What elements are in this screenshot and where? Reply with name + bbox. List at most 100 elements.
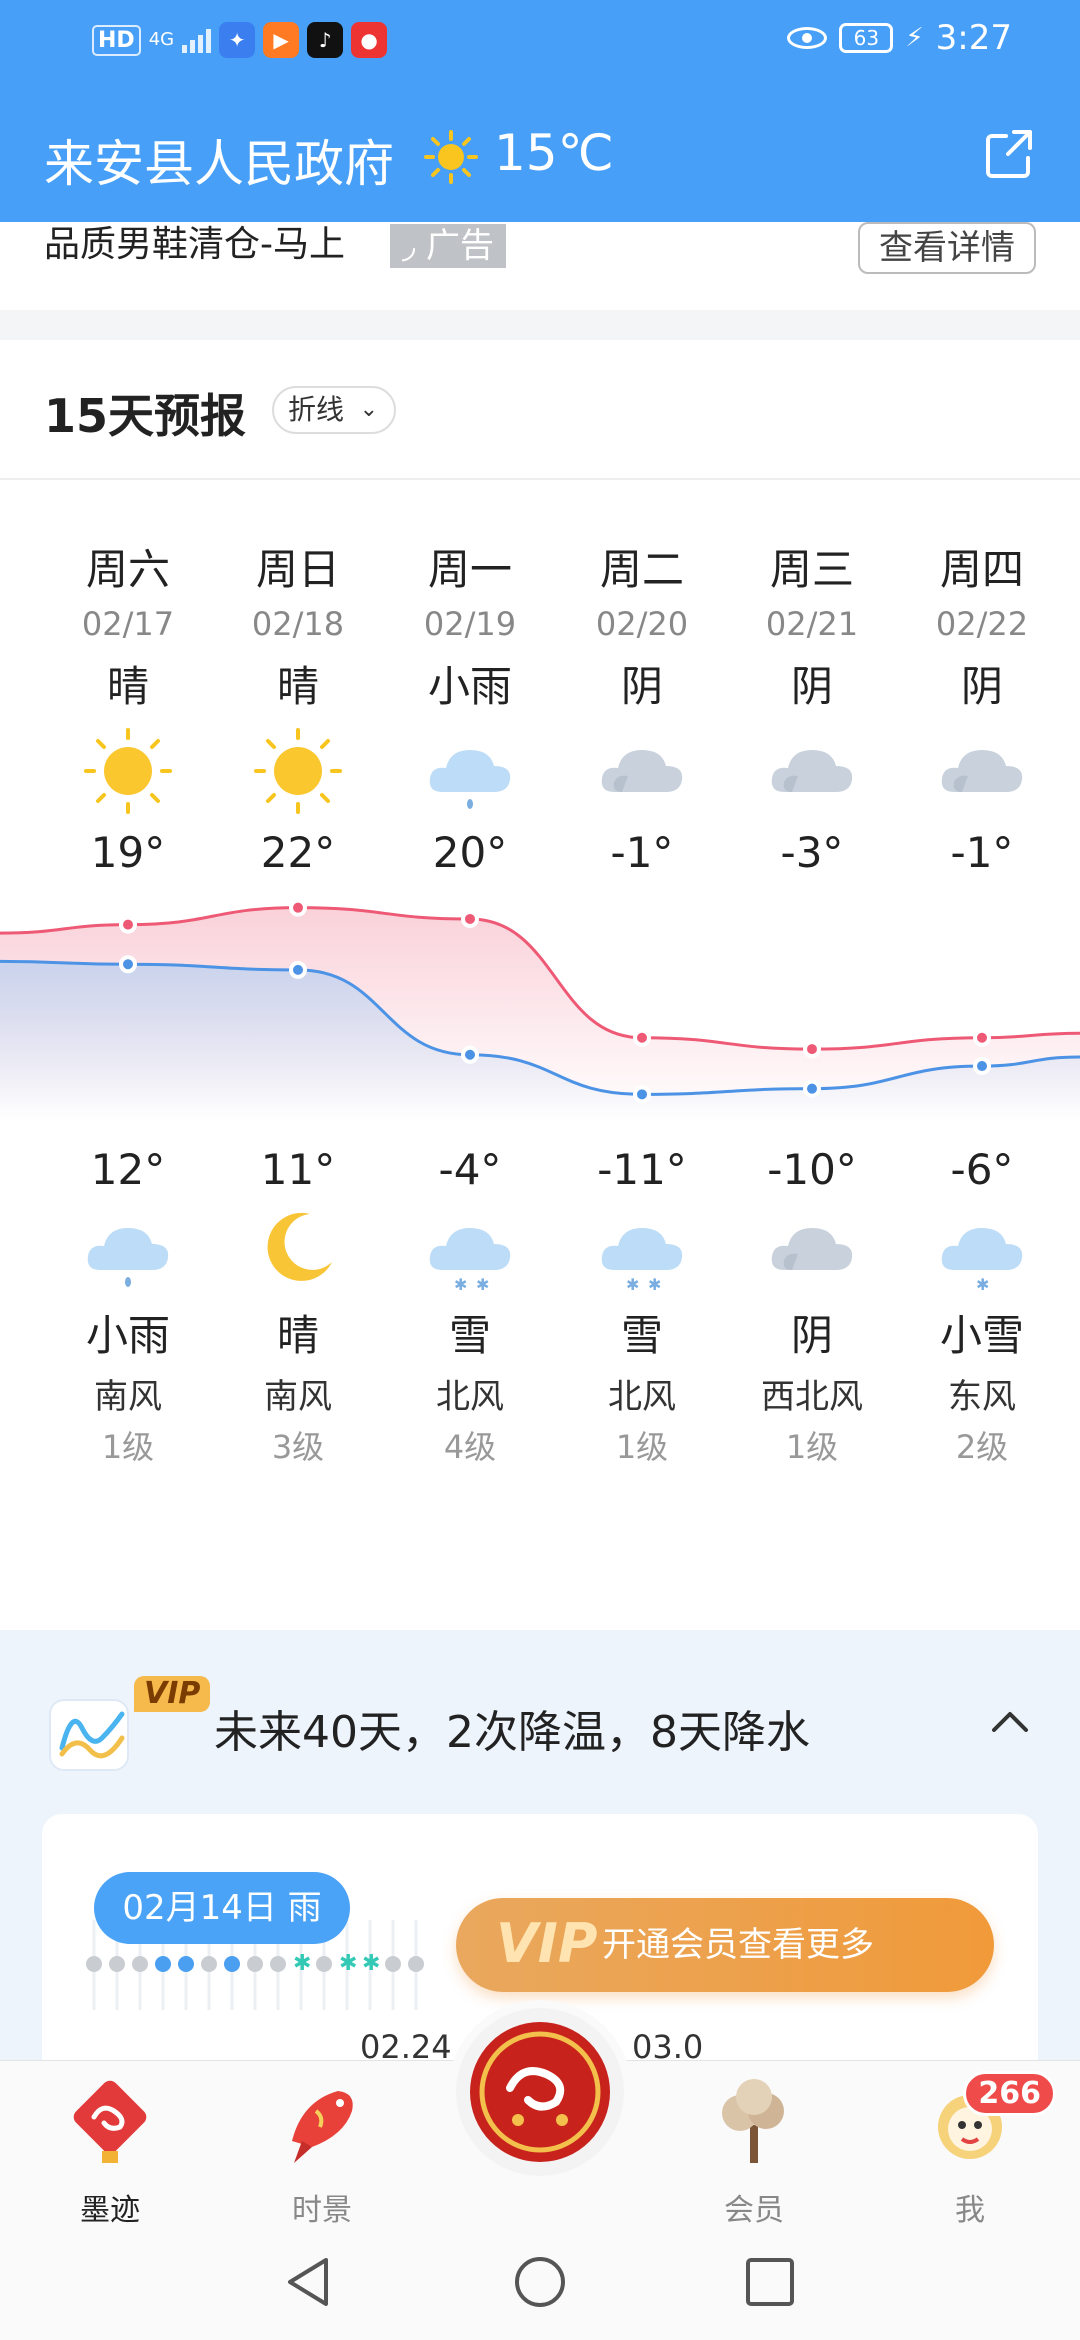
day-dot: ✱: [293, 1951, 311, 1976]
day-date: 02/21: [765, 605, 859, 643]
low-temp: -11°: [597, 1145, 687, 1194]
high-temp: 19°: [90, 828, 166, 877]
sun-icon: [78, 726, 178, 816]
vip-upgrade-label: 开通会员查看更多: [602, 1925, 874, 1965]
svg-text:✱: ✱: [626, 1275, 639, 1294]
vip-upgrade-button[interactable]: VIP 开通会员查看更多: [456, 1898, 994, 1992]
location-title[interactable]: 来安县人民政府: [44, 124, 394, 196]
wind-level: 1级: [785, 1428, 839, 1466]
video-app-icon: ▶: [263, 22, 300, 58]
forecast-title: 15天预报: [44, 389, 247, 443]
tiktok-icon: ♪: [307, 22, 344, 58]
day-dot: [86, 1956, 102, 1972]
data-point: [289, 960, 307, 979]
snow-icon: ✱ ✱: [420, 1204, 520, 1294]
data-point: [461, 1045, 479, 1064]
day-of-week: 周二: [599, 545, 684, 594]
chevron-down-icon: ⌄: [359, 397, 378, 422]
data-point: [119, 955, 137, 974]
forty-day-summary: 未来40天，2次降温，8天降水: [214, 1707, 810, 1758]
day-condition: 晴: [106, 662, 149, 711]
day-dot: [109, 1956, 125, 1972]
day-dot: [155, 1956, 171, 1972]
data-point: [633, 1028, 651, 1047]
app-notification-icon: ✦: [219, 22, 256, 58]
vip-logo: VIP: [496, 1912, 598, 1975]
night-condition: 小雨: [85, 1311, 170, 1360]
data-point: [803, 1040, 821, 1059]
ad-tag: ◞ 广告: [390, 224, 506, 268]
high-temp: -3°: [780, 828, 844, 877]
notification-badge: 266: [963, 2071, 1056, 2116]
sun-icon: [424, 130, 478, 184]
wind-level: 1级: [615, 1428, 669, 1466]
cloud-icon: [592, 726, 692, 816]
nav-label: 墨迹: [80, 2193, 140, 2228]
nav-moji[interactable]: 墨迹: [40, 2071, 180, 2229]
day-date: 02/20: [595, 605, 689, 643]
charging-icon: ⚡: [905, 23, 924, 53]
svg-text:✱: ✱: [476, 1275, 489, 1294]
night-condition: 小雪: [939, 1311, 1024, 1360]
status-time: 3:27: [935, 18, 1012, 58]
recents-icon[interactable]: [744, 2256, 796, 2308]
day-condition: 小雨: [427, 662, 512, 711]
day-dot: [201, 1956, 217, 1972]
home-icon[interactable]: [512, 2254, 568, 2310]
divider: [0, 478, 1080, 480]
nav-shijing[interactable]: 时景: [252, 2071, 392, 2229]
wind-direction: 北风: [436, 1377, 504, 1417]
nav-member[interactable]: 会员: [684, 2071, 824, 2229]
tree-icon: [722, 2079, 784, 2163]
current-temperature: 15℃: [494, 124, 614, 182]
nav-label: 我: [955, 2193, 985, 2228]
wind-level: 4级: [443, 1428, 497, 1466]
high-temp: -1°: [950, 828, 1014, 877]
data-point: [289, 898, 307, 917]
moon-icon: [248, 1204, 348, 1294]
share-icon[interactable]: [980, 124, 1040, 184]
forty-day-section: VIP 未来40天，2次降温，8天降水 ✱ ✱ ✱ 02月14日 雨 VIP 开通会…: [0, 1630, 1080, 2114]
low-temp: 12°: [90, 1145, 166, 1194]
night-condition: 阴: [790, 1311, 833, 1360]
high-temp: 20°: [432, 828, 508, 877]
svg-text:✱: ✱: [648, 1275, 661, 1294]
chart-mode-dropdown[interactable]: 折线 ⌄: [272, 386, 396, 434]
day-condition: 晴: [276, 662, 319, 711]
shopping-app-icon: ●: [351, 22, 388, 58]
chevron-up-icon[interactable]: [988, 1700, 1032, 1744]
day-date: 02/22: [935, 605, 1029, 643]
system-nav-bar: [0, 2230, 1080, 2340]
status-left: HD 4G ✦ ▶ ♪ ●: [92, 22, 388, 58]
app-header: HD 4G ✦ ▶ ♪ ● 63 ⚡ 3:27 来安县人民政府 15℃: [0, 0, 1080, 222]
day-of-week: 周四: [939, 545, 1024, 594]
day-dot: [132, 1956, 148, 1972]
night-condition: 雪: [448, 1311, 491, 1360]
day-date: 02/19: [423, 605, 517, 643]
snow-light-icon: ✱: [932, 1204, 1032, 1294]
chart-mode-label: 折线: [288, 393, 345, 426]
lantern-icon: [470, 2022, 610, 2162]
day-of-week: 周一: [427, 545, 512, 594]
wind-direction: 东风: [948, 1377, 1016, 1417]
ad-banner[interactable]: 品质男鞋清仓-马上 ◞ 广告 查看详情: [0, 222, 1080, 310]
wind-level: 3级: [271, 1428, 325, 1466]
back-icon[interactable]: [282, 2254, 334, 2310]
center-action-button[interactable]: [456, 2008, 624, 2176]
ad-tag-label: 广告: [425, 226, 494, 266]
svg-text:✱: ✱: [976, 1275, 989, 1294]
ad-text: 品质男鞋清仓-马上: [44, 224, 345, 265]
cloud-icon: [762, 726, 862, 816]
nav-me[interactable]: 266 我: [900, 2071, 1056, 2229]
day-dot: [316, 1956, 332, 1972]
moji-icon: [73, 2080, 147, 2163]
ad-detail-button[interactable]: 查看详情: [858, 222, 1036, 274]
day-condition: 阴: [790, 662, 833, 711]
sun-icon: [248, 726, 348, 816]
wind-direction: 南风: [94, 1377, 162, 1417]
temperature-chart: [0, 898, 1080, 1120]
day-dot: [385, 1956, 401, 1972]
night-condition: 晴: [276, 1311, 319, 1360]
data-point: [973, 1028, 991, 1047]
wind-direction: 南风: [264, 1377, 332, 1417]
